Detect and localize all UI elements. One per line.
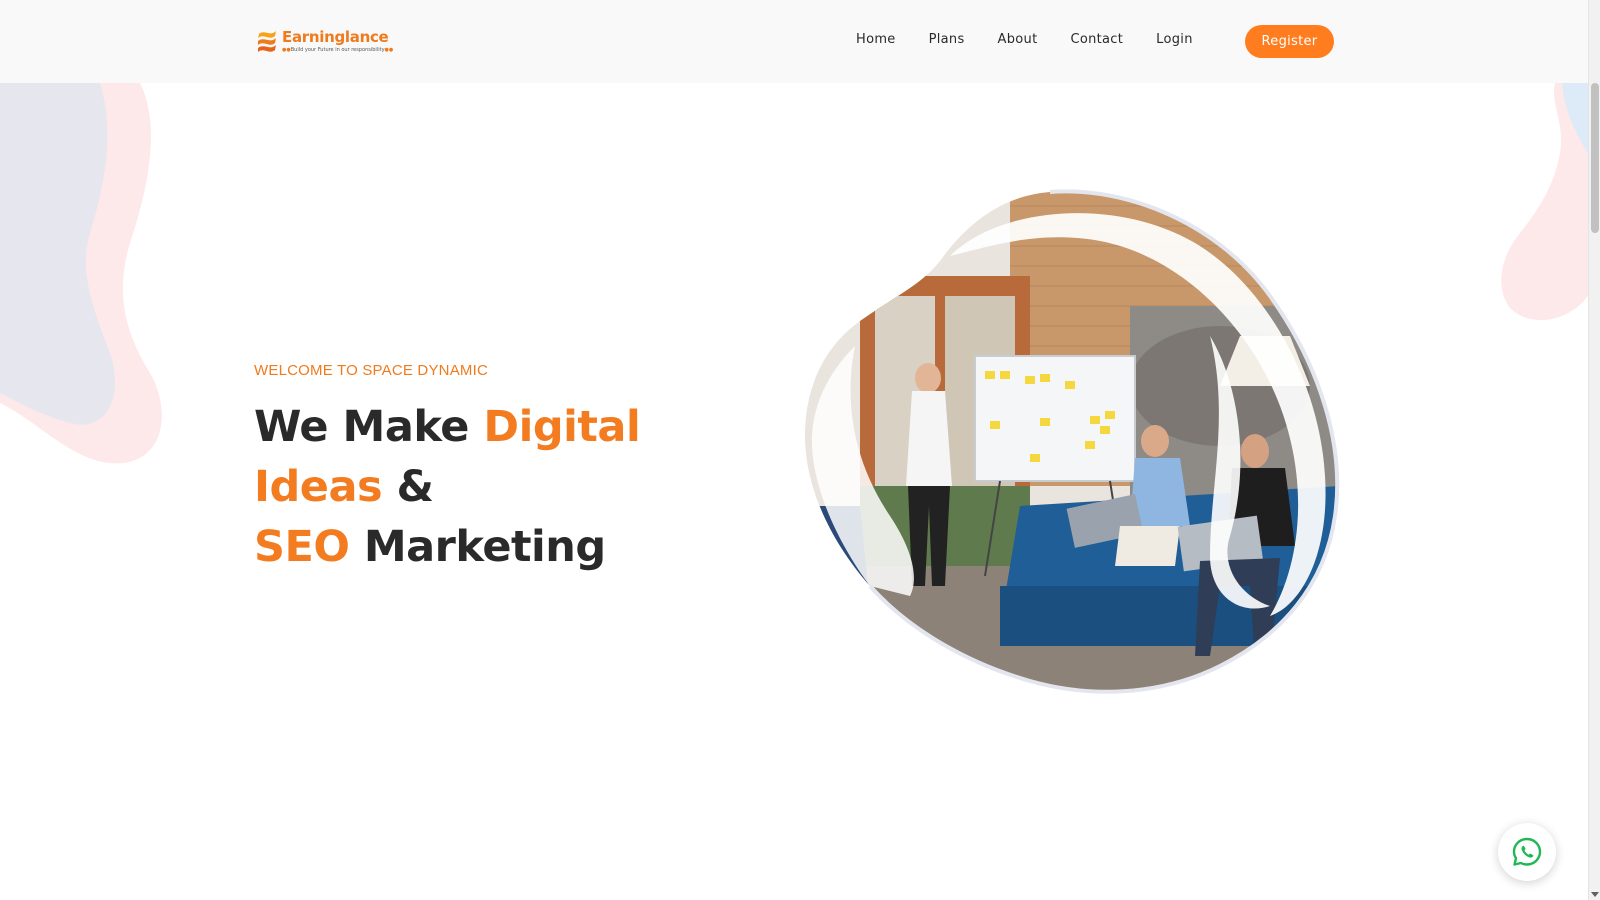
hero-image	[805, 189, 1340, 694]
headline-part2: &	[382, 462, 435, 512]
logo-text: Earninglance ●●Build your Future in our …	[282, 27, 394, 53]
nav-contact[interactable]: Contact	[1070, 32, 1123, 47]
nav-home[interactable]: Home	[856, 32, 896, 47]
headline-part1: We Make	[254, 402, 484, 452]
page: Earninglance ●●Build your Future in our …	[0, 0, 1588, 900]
site-header: Earninglance ●●Build your Future in our …	[0, 0, 1588, 83]
main-nav: Home Plans About Contact Login	[856, 32, 1193, 47]
headline-accent2: SEO	[254, 522, 350, 572]
brand-tagline-text: Build your Future in our responsibility	[290, 46, 385, 53]
hero-headline: We Make Digital Ideas & SEO Marketing	[254, 397, 774, 577]
whatsapp-icon	[1512, 837, 1542, 866]
scrollbar-thumb[interactable]	[1591, 83, 1599, 233]
headline-part3: Marketing	[349, 522, 606, 572]
register-button[interactable]: Register	[1245, 25, 1334, 58]
nav-about[interactable]: About	[998, 32, 1038, 47]
decorative-blob-left	[0, 83, 162, 464]
brand-name: Earninglance	[282, 27, 389, 46]
vertical-scrollbar[interactable]	[1588, 0, 1600, 900]
brand-tagline: ●●Build your Future in our responsibilit…	[282, 46, 394, 53]
nav-plans[interactable]: Plans	[929, 32, 965, 47]
logo-icon	[258, 31, 276, 52]
hero-text: WELCOME TO SPACE DYNAMIC We Make Digital…	[254, 362, 774, 577]
decorative-blob-right	[1501, 83, 1588, 320]
whatsapp-button[interactable]	[1498, 823, 1556, 881]
scroll-down-arrow-icon[interactable]	[1591, 892, 1599, 897]
hero-eyebrow: WELCOME TO SPACE DYNAMIC	[254, 362, 489, 379]
brand-logo[interactable]: Earninglance ●●Build your Future in our …	[256, 28, 393, 54]
nav-login[interactable]: Login	[1156, 32, 1193, 47]
